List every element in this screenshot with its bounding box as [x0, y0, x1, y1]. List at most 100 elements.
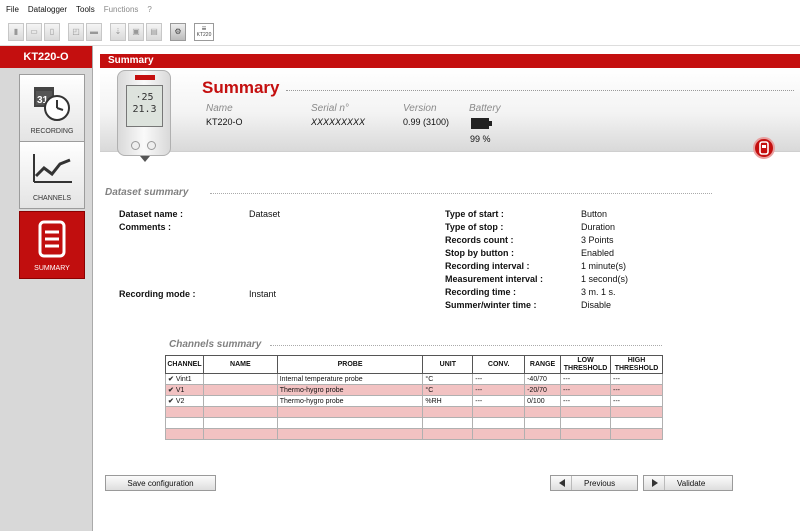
- sidebar-item-label: RECORDING: [30, 128, 74, 135]
- menu-help[interactable]: ?: [147, 5, 151, 14]
- cell-range: -40/70: [524, 373, 562, 385]
- cell-conv: ---: [472, 395, 526, 407]
- menu-file[interactable]: File: [6, 5, 19, 14]
- col-header-channel[interactable]: CHANNEL: [165, 355, 204, 374]
- col-header-conv[interactable]: CONV.: [472, 355, 526, 374]
- cell-range: 0/100: [524, 395, 562, 407]
- calendar-clock-icon: 31: [34, 87, 70, 121]
- kt220-label: KT220: [196, 31, 212, 38]
- new-file-icon[interactable]: ▯: [44, 22, 60, 41]
- page-title: Summary: [202, 78, 280, 97]
- sidebar-item-label: SUMMARY: [34, 265, 70, 272]
- sidebar: KT220-O 31 RECORDING CHANNELS SUMMARY: [0, 46, 93, 531]
- version-value: 0.99 (3100): [403, 117, 450, 127]
- toolbar: ▮ ▭ ▯ ◰ ▬ ⇣ ▣ ▤ ⚙ ≡ KT220: [0, 18, 800, 46]
- cell-name: [202, 395, 278, 407]
- measurement-interval-label: Measurement interval :: [445, 274, 544, 284]
- channels-summary-title: Channels summary: [169, 339, 262, 350]
- dataset-name-value: Dataset: [249, 209, 281, 219]
- cell-name: [202, 373, 278, 385]
- device-status-icon[interactable]: [753, 137, 775, 159]
- chart-line-icon: [33, 154, 72, 183]
- previous-label: Previous: [584, 478, 616, 488]
- type-of-stop-value: Duration: [581, 222, 616, 232]
- validate-button[interactable]: Validate: [643, 475, 733, 491]
- serial-value: XXXXXXXXX: [311, 117, 366, 127]
- previous-button[interactable]: Previous: [550, 475, 638, 491]
- measurement-interval-value: 1 second(s): [581, 274, 629, 284]
- recording-interval-label: Recording interval :: [445, 261, 530, 271]
- cell-low: ---: [560, 395, 611, 407]
- comments-label: Comments :: [119, 222, 172, 232]
- type-of-start-value: Button: [581, 209, 608, 219]
- print-preview-icon[interactable]: ◰: [68, 22, 84, 41]
- version-caption: Version: [403, 103, 437, 114]
- print-icon[interactable]: ▬: [86, 22, 102, 41]
- cell-range: -20/70: [524, 384, 562, 396]
- cell-unit: °C: [422, 373, 474, 385]
- recording-mode-label: Recording mode :: [119, 289, 196, 299]
- recording-interval-value: 1 minute(s): [581, 261, 627, 271]
- validate-label: Validate: [677, 478, 706, 488]
- records-count-label: Records count :: [445, 235, 514, 245]
- cell-probe: Thermo-hygro probe: [276, 384, 424, 396]
- cell-unit: %RH: [422, 395, 474, 407]
- table-row-empty: [165, 406, 663, 418]
- sidebar-item-channels[interactable]: CHANNELS: [19, 141, 85, 209]
- device-pointer-icon: [140, 156, 150, 162]
- checkmark-icon: ✔: [168, 387, 174, 394]
- menu-bar: File Datalogger Tools Functions ?: [0, 0, 800, 18]
- dataset-summary-title: Dataset summary: [105, 187, 189, 198]
- battery-value: 99 %: [470, 134, 491, 144]
- type-of-stop-label: Type of stop :: [445, 222, 504, 232]
- menu-functions[interactable]: Functions: [104, 5, 139, 14]
- device-read-icon[interactable]: ▤: [146, 22, 162, 41]
- menu-tools[interactable]: Tools: [76, 5, 95, 14]
- battery-icon: [471, 118, 492, 129]
- serial-caption: Serial n°: [311, 103, 349, 114]
- table-row[interactable]: ✔ V1 Thermo-hygro probe °C --- -20/70 --…: [165, 384, 663, 396]
- battery-caption: Battery: [469, 103, 501, 114]
- kt220-device-icon[interactable]: ≡ KT220: [194, 22, 214, 41]
- gears-icon[interactable]: ⚙: [170, 22, 186, 41]
- menu-datalogger[interactable]: Datalogger: [28, 5, 67, 14]
- col-header-probe[interactable]: PROBE: [276, 355, 424, 374]
- stop-by-button-label: Stop by button :: [445, 248, 514, 258]
- recording-mode-value: Instant: [249, 289, 277, 299]
- dataset-divider: [210, 193, 712, 194]
- table-row[interactable]: ✔ Vint1 Internal temperature probe °C --…: [165, 373, 663, 385]
- name-caption: Name: [206, 103, 233, 114]
- sidebar-item-summary[interactable]: SUMMARY: [19, 211, 85, 279]
- channels-divider: [270, 345, 662, 346]
- device-config-icon[interactable]: ▣: [128, 22, 144, 41]
- col-header-range[interactable]: RANGE: [524, 355, 562, 374]
- table-row[interactable]: ✔ V2 Thermo-hygro probe %RH --- 0/100 --…: [165, 395, 663, 407]
- table-row-empty: [165, 428, 663, 440]
- checkmark-icon: ✔: [168, 398, 174, 405]
- save-configuration-button[interactable]: Save configuration: [105, 475, 216, 491]
- download-icon[interactable]: ⇣: [110, 22, 126, 41]
- save-icon[interactable]: ▭: [26, 22, 42, 41]
- col-header-unit[interactable]: UNIT: [422, 355, 474, 374]
- cell-unit: °C: [422, 384, 474, 396]
- cell-name: [202, 384, 278, 396]
- checkmark-icon: ✔: [168, 376, 174, 383]
- type-of-start-label: Type of start :: [445, 209, 504, 219]
- cell-channel: Vint1: [175, 376, 192, 383]
- summer-winter-value: Disable: [581, 300, 612, 310]
- title-divider: [286, 90, 794, 91]
- cell-conv: ---: [472, 384, 526, 396]
- col-header-low-threshold[interactable]: LOW THRESHOLD: [560, 355, 611, 374]
- col-header-name[interactable]: NAME: [202, 355, 278, 374]
- sidebar-item-label: CHANNELS: [32, 195, 72, 202]
- recording-time-value: 3 m. 1 s.: [581, 287, 616, 297]
- cell-channel: V2: [175, 398, 185, 405]
- cell-channel: V1: [175, 387, 185, 394]
- arrow-left-icon: [559, 479, 565, 487]
- col-header-high-threshold[interactable]: HIGH THRESHOLD: [610, 355, 663, 374]
- sidebar-device-name: KT220-O: [0, 46, 92, 68]
- sidebar-item-recording[interactable]: 31 RECORDING: [19, 74, 85, 142]
- book-icon[interactable]: ▮: [8, 22, 24, 41]
- cell-high: ---: [610, 384, 663, 396]
- cell-high: ---: [610, 373, 663, 385]
